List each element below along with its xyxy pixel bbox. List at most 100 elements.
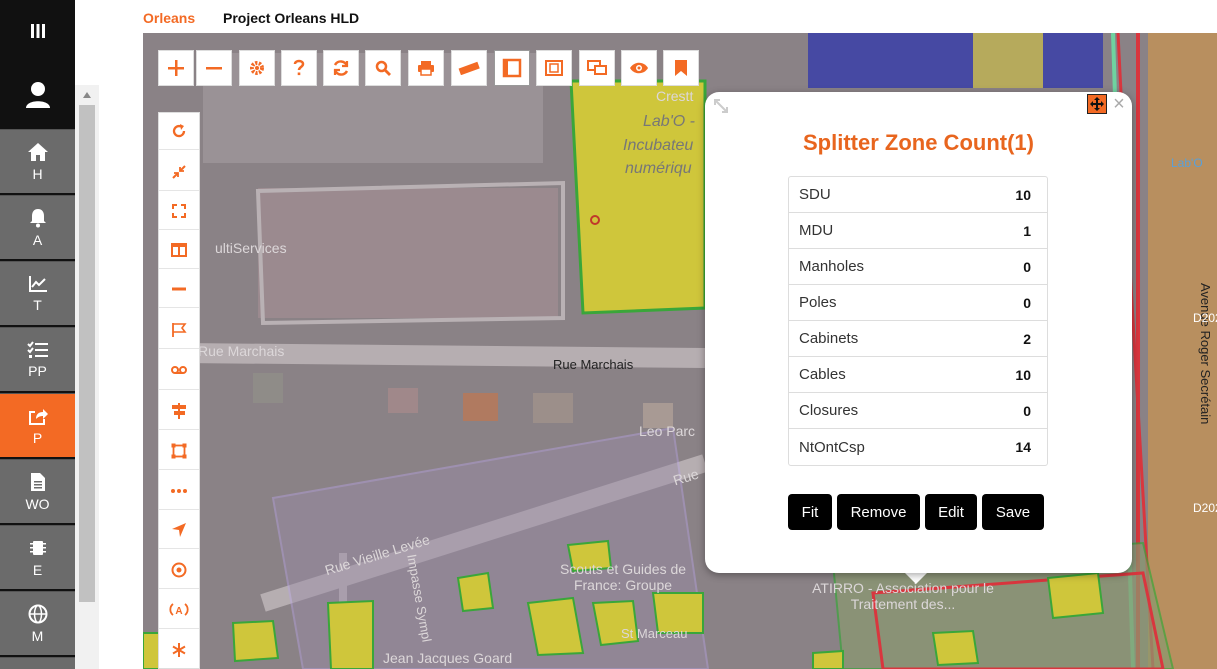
sidebar-item-maps[interactable]: M xyxy=(0,591,75,655)
map-label: Scouts et Guides de France: Groupe xyxy=(559,561,687,593)
search-icon xyxy=(375,60,391,76)
bookmark-icon xyxy=(675,60,687,76)
more-icon xyxy=(171,489,187,493)
layout-icon xyxy=(171,243,187,257)
signpost-button[interactable] xyxy=(159,393,199,430)
rotate-icon xyxy=(172,124,186,138)
cassette-button[interactable] xyxy=(159,353,199,390)
bookmark-button[interactable] xyxy=(663,50,699,86)
target-button[interactable] xyxy=(159,552,199,589)
document-icon xyxy=(30,472,45,491)
stat-label: Poles xyxy=(799,294,837,311)
minus-icon xyxy=(172,287,186,291)
refresh-icon xyxy=(333,60,349,76)
scroll-thumb[interactable] xyxy=(79,105,95,602)
map-label: Lab'O xyxy=(1171,156,1203,170)
asterisk-button[interactable] xyxy=(159,631,199,668)
map-label: D202 xyxy=(1193,501,1217,515)
map-label: Jean Jacques Goard xyxy=(383,650,513,666)
flag-icon xyxy=(172,323,187,337)
fullscreen-button[interactable] xyxy=(159,193,199,230)
screens-button[interactable] xyxy=(579,50,615,86)
expand-popup-button[interactable] xyxy=(713,98,729,114)
polygon-button[interactable] xyxy=(159,433,199,470)
map-label: Lab'O - xyxy=(643,113,695,130)
vertical-toolbar: A xyxy=(158,112,200,669)
stat-value: 1 xyxy=(1023,222,1031,239)
settings-icon xyxy=(250,61,264,75)
save-button[interactable]: Save xyxy=(982,494,1044,530)
refresh-button[interactable] xyxy=(323,50,359,86)
zoom-out-button[interactable] xyxy=(196,50,232,86)
chip-icon xyxy=(29,540,46,555)
user-button[interactable] xyxy=(0,62,75,128)
map-label: Incubateu xyxy=(623,137,694,154)
zoom-out-icon xyxy=(206,67,222,70)
stat-value: 0 xyxy=(1023,258,1031,275)
sidebar-item-more[interactable] xyxy=(0,657,75,669)
stat-value: 2 xyxy=(1023,330,1031,347)
more-button[interactable] xyxy=(159,473,199,510)
sidebar-item-projects[interactable]: P xyxy=(0,393,75,457)
sidebar-scrollbar[interactable] xyxy=(75,85,99,669)
breadcrumb-project-group[interactable]: Orleans xyxy=(143,10,195,26)
popup-title: Splitter Zone Count(1) xyxy=(803,130,1034,155)
settings-button[interactable] xyxy=(239,50,275,86)
flag-button[interactable] xyxy=(159,312,199,349)
bell-icon xyxy=(29,208,46,227)
fit-frame-button[interactable] xyxy=(536,50,572,86)
navigate-button[interactable] xyxy=(159,512,199,549)
visibility-button[interactable] xyxy=(621,50,657,86)
menu-button[interactable] xyxy=(0,0,75,62)
print-button[interactable] xyxy=(408,50,444,86)
sidebar-item-pp[interactable]: PP xyxy=(0,327,75,391)
sidebar-item-label: A xyxy=(32,231,43,248)
collapse-button[interactable] xyxy=(159,154,199,191)
stat-label: Closures xyxy=(799,402,859,419)
stat-label: Cables xyxy=(799,366,846,383)
broadcast-icon: A xyxy=(169,603,189,617)
stat-value: 14 xyxy=(1015,439,1031,455)
sidebar-item-home[interactable]: H xyxy=(0,129,75,193)
stat-row: Poles 0 xyxy=(789,285,1047,321)
close-popup-button[interactable]: × xyxy=(1110,94,1128,114)
sidebar: H A T PP P WO E M xyxy=(0,0,75,669)
measure-button[interactable] xyxy=(451,50,487,86)
map-label: Rue Marchais xyxy=(198,343,285,359)
stat-value: 10 xyxy=(1015,366,1031,383)
frame-button[interactable] xyxy=(494,50,530,86)
checklist-icon xyxy=(26,340,48,358)
sidebar-item-label: H xyxy=(32,165,43,182)
stats-table: SDU 10 MDU 1 Manholes 0 Poles 0 Cabinets 2 Ca… xyxy=(788,176,1048,466)
sidebar-item-alerts[interactable]: A xyxy=(0,195,75,259)
zoom-in-button[interactable] xyxy=(158,50,194,86)
edit-button[interactable]: Edit xyxy=(925,494,977,530)
zoom-in-icon xyxy=(168,60,184,76)
globe-icon xyxy=(28,604,47,623)
line-button[interactable] xyxy=(159,271,199,308)
layout-button[interactable] xyxy=(159,232,199,269)
rotate-button[interactable] xyxy=(159,113,199,150)
map-label: ATIRRO - Association pour le Traitement … xyxy=(812,580,994,612)
move-popup-handle[interactable] xyxy=(1087,94,1107,114)
screens-icon xyxy=(587,60,607,75)
scroll-up-arrow[interactable] xyxy=(75,85,99,105)
sidebar-item-trends[interactable]: T xyxy=(0,261,75,325)
sidebar-item-label: WO xyxy=(25,495,50,512)
search-button[interactable] xyxy=(365,50,401,86)
stat-row: Cabinets 2 xyxy=(789,321,1047,357)
fit-frame-icon xyxy=(545,60,563,76)
sidebar-item-equipment[interactable]: E xyxy=(0,525,75,589)
map-label: D202 xyxy=(1193,311,1217,325)
map-label: Avenue Roger Secrétain xyxy=(1198,283,1213,425)
collapse-icon xyxy=(172,165,186,179)
fit-button[interactable]: Fit xyxy=(788,494,832,530)
sidebar-item-label: P xyxy=(32,429,43,446)
fullscreen-icon xyxy=(172,204,186,218)
map-label: ultiServices xyxy=(215,240,287,256)
remove-button[interactable]: Remove xyxy=(837,494,920,530)
help-button[interactable] xyxy=(281,50,317,86)
broadcast-button[interactable]: A xyxy=(159,592,199,629)
sidebar-item-work-orders[interactable]: WO xyxy=(0,459,75,523)
stat-label: SDU xyxy=(799,186,831,203)
